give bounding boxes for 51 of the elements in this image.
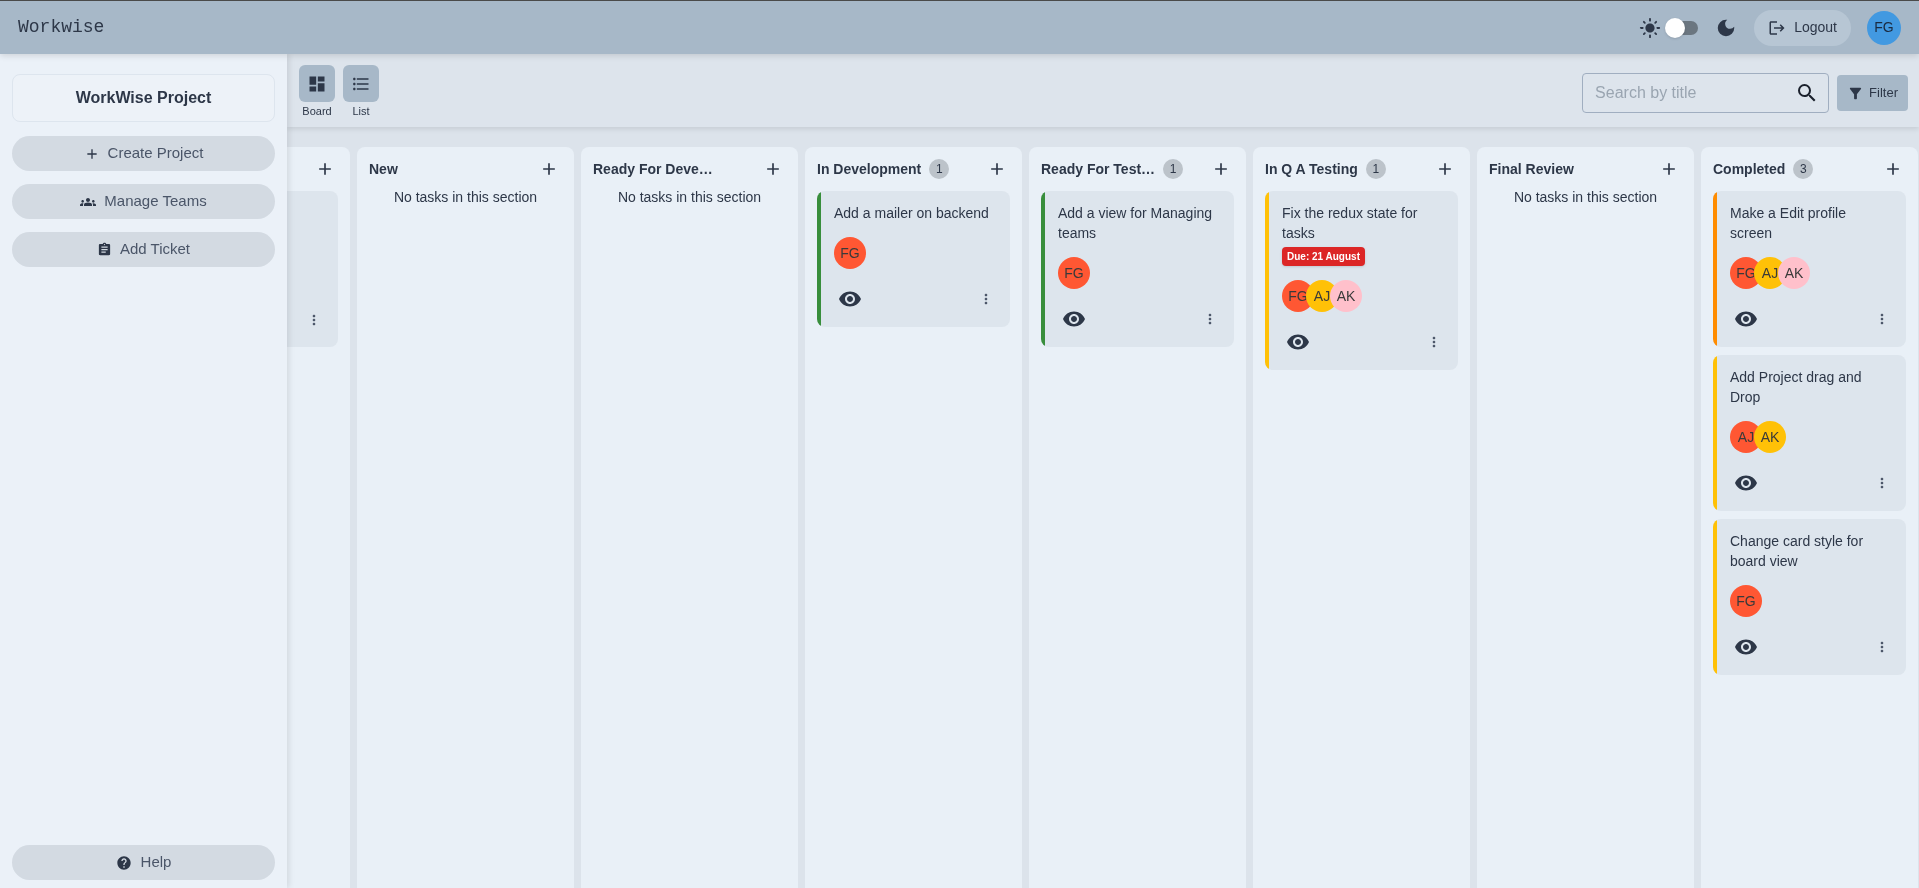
sidebar-action-button[interactable]: Manage Teams [12, 184, 275, 219]
empty-column-message: No tasks in this section [1513, 188, 1658, 207]
help-button[interactable]: Help [12, 845, 275, 880]
column-title: Final Review [1489, 159, 1574, 179]
task-title: Add a view for Managing teams [1058, 204, 1214, 243]
empty-column-message: No tasks in this section [393, 188, 538, 207]
column-title: Ready For Test… [1041, 159, 1156, 179]
filter-button[interactable]: Filter [1837, 75, 1908, 111]
task-count: 1 [929, 159, 950, 179]
app-logo[interactable]: Workwise [18, 14, 105, 41]
empty-column-message: No tasks in this section [617, 188, 762, 207]
help-icon [115, 854, 132, 871]
task-card[interactable]: Add a view for Managing teams FG [1041, 191, 1234, 347]
logout-icon [1768, 18, 1787, 37]
assignee-avatar: AK [1778, 257, 1810, 289]
task-card[interactable]: Add Project drag and Drop AJ AK [1713, 355, 1906, 511]
column-title: Completed [1713, 159, 1786, 179]
search-field[interactable]: Search by title [1582, 73, 1830, 113]
task-card[interactable]: Make a Edit profile screen FG AJ AK [1713, 191, 1906, 347]
column-title: New [369, 159, 398, 179]
task-count: 3 [1793, 159, 1814, 179]
view-button[interactable] [343, 65, 379, 102]
task-count: 1 [1163, 159, 1184, 179]
task-title: Change card style for board view [1730, 532, 1865, 571]
assignee-avatar: FG [1730, 585, 1762, 617]
clipboard-icon [96, 242, 112, 257]
column-title: In Development [817, 159, 922, 179]
assignee-avatar: FG [834, 237, 866, 269]
task-card[interactable]: Fix the redux state for tasks Due: 21 August FG AJ AK [1265, 191, 1458, 370]
project-title: WorkWise Project [12, 74, 275, 122]
sidebar-action-button[interactable]: Create Project [12, 136, 275, 171]
assignee-avatar: FG [1058, 257, 1090, 289]
assignee-avatar: AK [1330, 280, 1362, 312]
logout-button[interactable]: Logout [1754, 9, 1851, 46]
task-title: Fix the redux state for tasks [1282, 204, 1419, 243]
task-card[interactable]: Change card style for board view FG [1713, 519, 1906, 675]
task-count: 1 [1365, 159, 1386, 179]
assignee-avatar: AK [1754, 421, 1786, 453]
user-avatar[interactable]: FG [1867, 10, 1901, 45]
task-title: Make a Edit profile screen [1730, 204, 1847, 243]
view-label: Board [302, 104, 332, 118]
column-title: In Q A Testing [1265, 159, 1358, 179]
task-card[interactable]: Add a mailer on backend FG [817, 191, 1010, 327]
sun-icon [1639, 16, 1662, 39]
view-button[interactable] [299, 65, 335, 102]
due-date-tag: Due: 21 August [1282, 247, 1365, 266]
task-title: Add Project drag and Drop [1730, 368, 1863, 407]
column-title: Ready For Deve… [593, 159, 713, 179]
sidebar-action-button[interactable]: Add Ticket [12, 232, 275, 267]
view-label: List [352, 104, 370, 118]
task-title: Add a mailer on backend [834, 204, 990, 223]
